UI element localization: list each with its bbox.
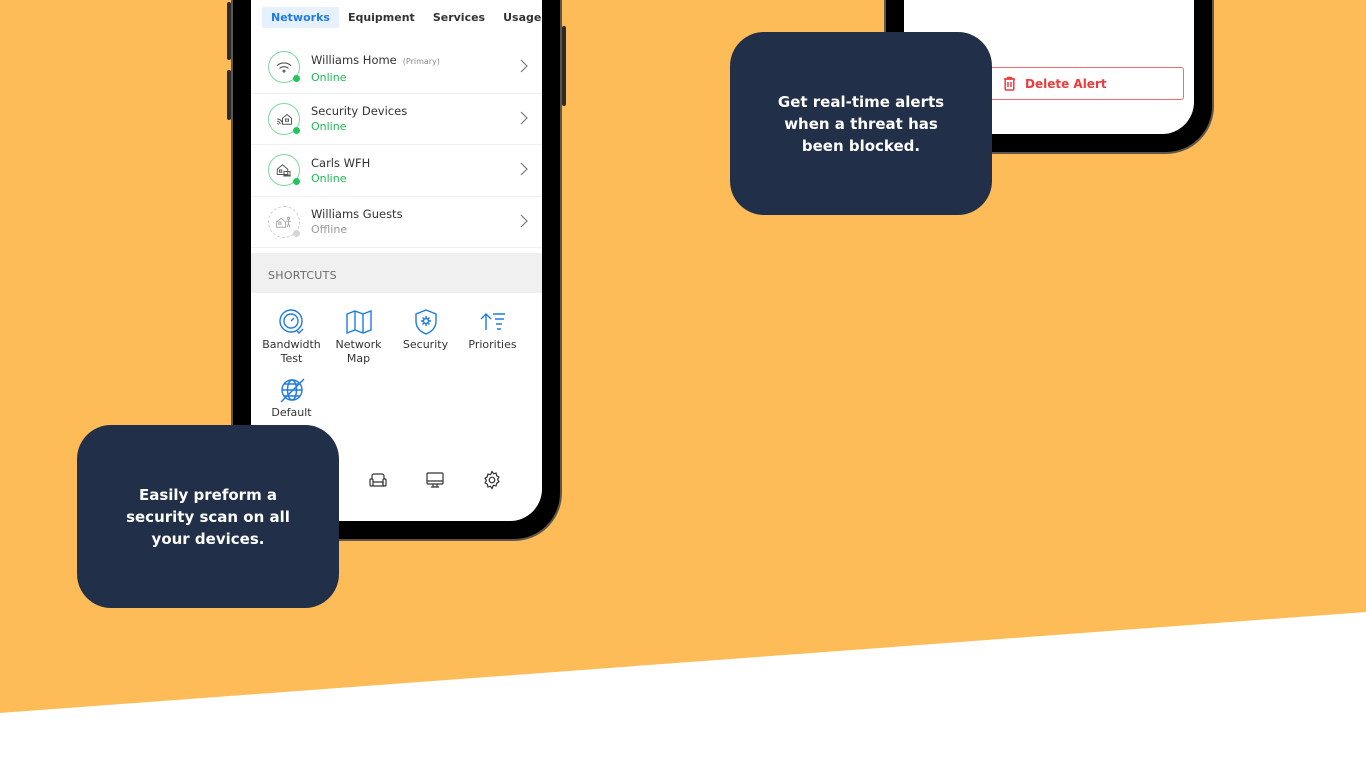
shortcut-label: Bandwidth Test [262,338,321,365]
home-office-icon [268,154,300,187]
callout-realtime-alerts: Get real-time alerts when a threat has b… [730,32,992,215]
shortcuts-grid: Bandwidth Test Network Map Security Prio… [258,308,526,420]
delete-alert-button[interactable]: Delete Alert [974,67,1184,100]
chevron-right-icon [520,111,528,124]
callout-text: Get real-time alerts when a threat has b… [777,92,945,155]
shortcut-priorities[interactable]: Priorities [459,308,526,366]
gear-icon[interactable] [482,470,502,490]
wifi-icon [268,51,300,84]
shortcut-label: Priorities [468,338,517,351]
shortcut-label: Security [402,338,449,351]
shortcut-default[interactable]: Default [258,376,325,420]
phone-power-button [562,26,566,106]
network-status: Online [311,120,347,134]
shortcut-bandwidth-test[interactable]: Bandwidth Test [258,308,325,366]
couch-icon[interactable] [368,470,388,490]
network-status: Offline [311,223,348,237]
chevron-right-icon [520,59,528,73]
primary-tag: (Primary) [402,56,440,66]
callout-security-scan: Easily preform a security scan on all yo… [77,425,339,608]
network-name: Williams Guests [311,207,403,222]
shield-icon [414,309,437,335]
status-dot [293,75,300,83]
phone-volume-button [227,2,231,60]
guest-home-icon [268,205,300,238]
tab-networks[interactable]: Networks [262,7,339,28]
globe-off-icon [280,378,304,403]
trash-icon [1004,76,1015,91]
network-row-williams-guests[interactable]: Williams Guests Offline [251,197,542,248]
shortcut-security[interactable]: Security [392,308,459,366]
tab-usage[interactable]: Usage [494,7,542,28]
chevron-right-icon [520,214,528,227]
chevron-right-icon [520,162,528,176]
security-home-icon [268,102,300,135]
network-list: Williams Home (Primary) Online Security D… [251,42,542,248]
bottom-navigation [311,470,502,490]
network-name: Security Devices [311,104,408,119]
callout-text: Easily preform a security scan on all yo… [126,485,290,548]
network-name: Williams Home [311,52,397,67]
delete-alert-label: Delete Alert [1025,76,1107,91]
network-status: Online [311,70,347,84]
network-row-carls-wfh[interactable]: Carls WFH Online [251,145,542,197]
network-row-williams-home[interactable]: Williams Home (Primary) Online [251,42,542,94]
tab-services[interactable]: Services [424,7,494,28]
monitor-icon[interactable] [425,470,445,490]
speedometer-icon [278,309,303,334]
shortcut-label: Default [271,406,312,419]
tab-equipment[interactable]: Equipment [339,7,424,28]
shortcut-label: Network Map [335,338,382,365]
priorities-icon [480,313,505,330]
phone-volume-button [227,70,231,120]
status-dot [293,229,300,237]
network-status: Online [311,171,347,185]
network-name: Carls WFH [311,155,371,170]
status-dot [293,178,300,186]
tab-bar: Networks Equipment Services Usage [262,7,542,28]
status-dot [293,126,300,134]
shortcuts-header: SHORTCUTS [251,253,542,293]
map-icon [345,309,372,335]
network-row-security-devices[interactable]: Security Devices Online [251,94,542,145]
shortcut-network-map[interactable]: Network Map [325,308,392,366]
shortcuts-title: SHORTCUTS [268,269,337,282]
